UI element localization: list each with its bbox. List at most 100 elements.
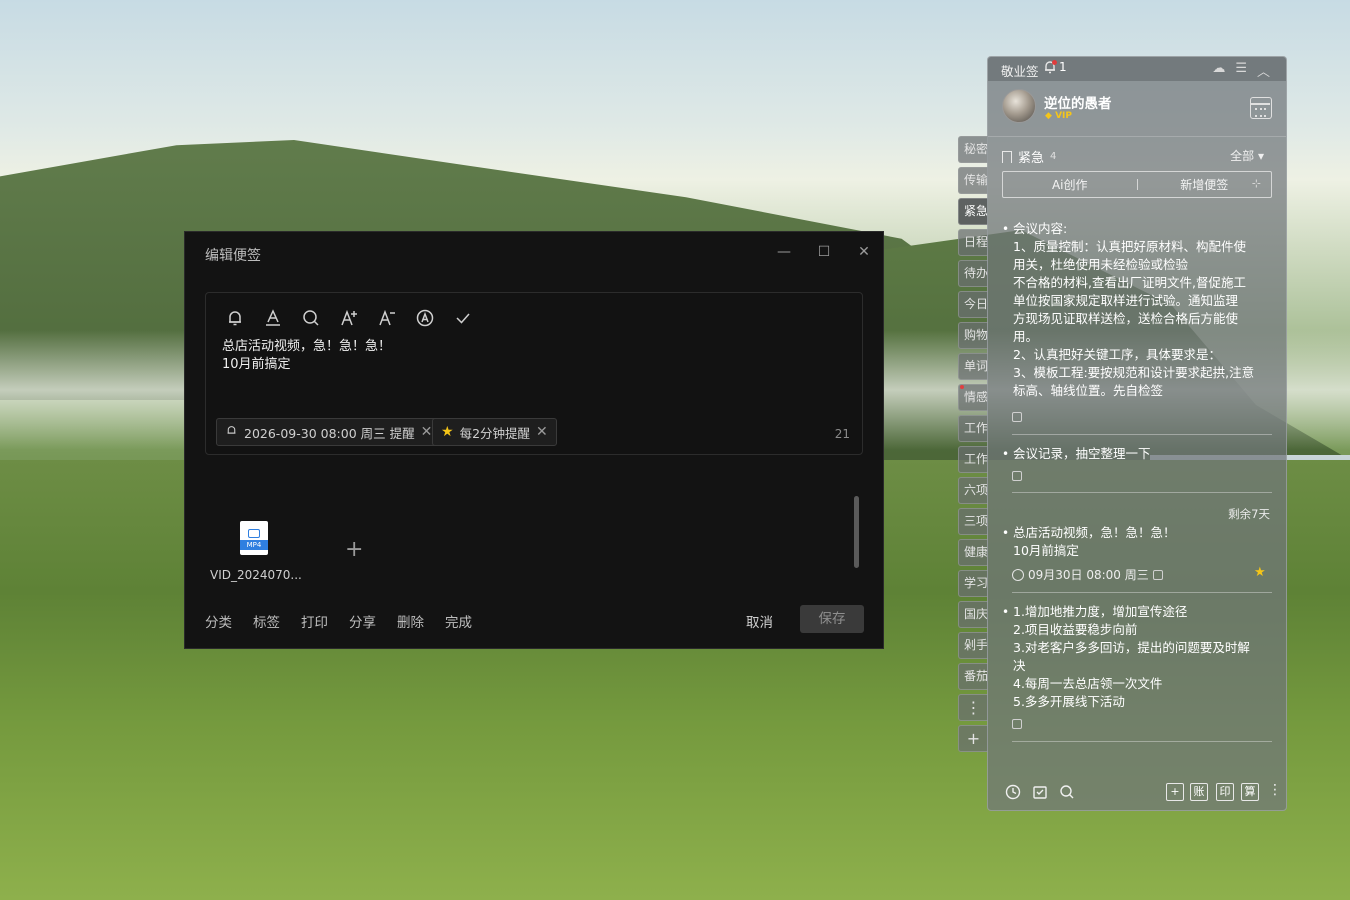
note-item[interactable]: • 会议记录，抽空整理一下 xyxy=(1002,445,1274,463)
font-increase-icon[interactable] xyxy=(336,305,362,331)
scrollbar[interactable] xyxy=(854,496,859,568)
tab-category[interactable]: 剁手 xyxy=(958,632,988,659)
delete-button[interactable]: 删除 xyxy=(397,611,424,631)
content-line: 总店活动视频，急！急！急！ xyxy=(222,339,392,354)
add-tab-icon[interactable]: + xyxy=(958,725,988,752)
star-icon[interactable]: ★ xyxy=(1254,565,1266,580)
diamond-icon: ◆ xyxy=(1045,111,1052,121)
char-count: 21 xyxy=(834,427,850,441)
tab-category[interactable]: 秘密 xyxy=(958,136,988,163)
text-style-icon[interactable] xyxy=(412,305,438,331)
filter-dropdown[interactable]: 全部 ▾ xyxy=(1230,147,1264,164)
editor-toolbar xyxy=(222,305,476,331)
note-line: 用关，杜绝使用未经检验或检验 xyxy=(1013,257,1189,272)
tab-category[interactable]: 六项 xyxy=(958,477,988,504)
done-button[interactable]: 完成 xyxy=(445,611,472,631)
close-button[interactable]: ✕ xyxy=(852,242,876,262)
note-text: 会议内容: 1、质量控制：认真把好原材料、构配件使 用关，杜绝使用未经检验或检验… xyxy=(1002,220,1274,400)
note-line: 1.增加地推力度，增加宣传途径 xyxy=(1013,604,1188,619)
print-button[interactable]: 印 xyxy=(1216,783,1234,801)
tab-category[interactable]: 待办 xyxy=(958,260,988,287)
camera-icon xyxy=(248,529,260,538)
note-line: 总店活动视频，急！急！急！ xyxy=(1013,525,1176,540)
app-name: 敬业签 xyxy=(1001,64,1039,79)
video-file-icon[interactable]: MP4 xyxy=(240,521,268,555)
username[interactable]: 逆位的愚者 xyxy=(1044,92,1112,112)
note-item[interactable]: • 会议内容: 1、质量控制：认真把好原材料、构配件使 用关，杜绝使用未经检验或… xyxy=(1002,220,1274,402)
more-tabs-icon[interactable]: ⋮ xyxy=(958,694,988,721)
tab-category[interactable]: 日程 xyxy=(958,229,988,256)
print-button[interactable]: 打印 xyxy=(301,611,328,631)
tab-category[interactable]: 今日 xyxy=(958,291,988,318)
add-attachment-icon[interactable]: + xyxy=(345,537,363,562)
note-line: 会议记录，抽空整理一下 xyxy=(1013,446,1151,461)
tab-category[interactable]: 工作 xyxy=(958,446,988,473)
reminder-chip[interactable]: 2026-09-30 08:00 周三 提醒 ✕ xyxy=(216,418,442,446)
tab-category[interactable]: 健康 xyxy=(958,539,988,566)
repeat-text: 每2分钟提醒 xyxy=(459,425,531,441)
bell-icon xyxy=(1044,60,1057,74)
attachment-name[interactable]: VID_2024070... xyxy=(210,568,302,582)
panel-titlebar[interactable]: 敬业签 1 ☁ ☰ ︿ xyxy=(988,57,1286,81)
cloud-sync-icon[interactable]: ☁ xyxy=(1212,61,1225,80)
share-button[interactable]: 分享 xyxy=(349,611,376,631)
notification-indicator[interactable]: 1 xyxy=(1044,60,1067,74)
add-note-button[interactable]: + xyxy=(1166,783,1184,801)
note-line: 1、质量控制：认真把好原材料、构配件使 xyxy=(1013,239,1246,254)
note-line: 方现场见证取样送检，送检合格后方能使 xyxy=(1013,311,1239,326)
more-options-icon[interactable]: ⋮ xyxy=(1268,782,1282,798)
remaining-days: 剩余7天 xyxy=(1228,507,1270,521)
tab-category[interactable]: 工作 xyxy=(958,415,988,442)
note-editor[interactable]: 总店活动视频，急！急！急！ 10月前搞定 2026-09-30 08:00 周三… xyxy=(205,292,863,455)
category-button[interactable]: 分类 xyxy=(205,611,232,631)
remove-reminder-icon[interactable]: ✕ xyxy=(421,424,433,440)
note-item[interactable]: • 1.增加地推力度，增加宣传途径 2.项目收益要稳步向前 3.对老客户多多回访… xyxy=(1002,603,1274,711)
maximize-button[interactable]: ☐ xyxy=(812,242,836,262)
tag-button[interactable]: 标签 xyxy=(253,611,280,631)
cancel-button[interactable]: 取消 xyxy=(746,611,773,631)
menu-icon[interactable]: ☰ xyxy=(1235,61,1247,80)
bell-icon xyxy=(225,424,238,440)
star-icon: ★ xyxy=(441,424,454,440)
reminder-time: 09月30日 08:00 周三 xyxy=(1028,568,1149,582)
tab-category[interactable]: 情感 xyxy=(958,384,988,411)
category-count: 4 xyxy=(1050,151,1057,162)
tab-category[interactable]: 国庆 xyxy=(958,601,988,628)
tab-category[interactable]: 学习 xyxy=(958,570,988,597)
history-icon[interactable] xyxy=(1005,784,1021,800)
tab-label: 情感 xyxy=(964,390,988,404)
repeat-chip[interactable]: ★ 每2分钟提醒 ✕ xyxy=(432,418,557,446)
dialog-title: 编辑便签 xyxy=(205,248,261,264)
remove-repeat-icon[interactable]: ✕ xyxy=(536,424,548,440)
search-icon[interactable] xyxy=(1059,784,1075,800)
note-line: 10月前搞定 xyxy=(1013,543,1079,558)
note-item[interactable]: • 总店活动视频，急！急！急！ 10月前搞定 xyxy=(1002,524,1274,560)
avatar[interactable] xyxy=(1002,89,1036,123)
save-button[interactable]: 保存 xyxy=(800,605,864,633)
todo-icon[interactable] xyxy=(1032,784,1048,800)
search-icon[interactable] xyxy=(298,305,324,331)
font-decrease-icon[interactable] xyxy=(374,305,400,331)
minimize-button[interactable]: — xyxy=(772,242,796,262)
bullet: • xyxy=(1002,605,1010,619)
text-color-icon[interactable] xyxy=(260,305,286,331)
calculator-button[interactable]: 算 xyxy=(1241,783,1259,801)
note-text: 总店活动视频，急！急！急！ 10月前搞定 xyxy=(1002,524,1274,560)
collapse-icon[interactable]: ︿ xyxy=(1257,61,1270,80)
pin-icon[interactable]: ⊹ xyxy=(1252,177,1261,190)
bell-icon[interactable] xyxy=(222,305,248,331)
note-line: 4.每周一去总店领一次文件 xyxy=(1013,676,1163,691)
tab-category[interactable]: 单词 xyxy=(958,353,988,380)
tab-category[interactable]: 购物 xyxy=(958,322,988,349)
check-icon[interactable] xyxy=(450,305,476,331)
note-content[interactable]: 总店活动视频，急！急！急！ 10月前搞定 xyxy=(222,338,391,374)
ai-create-button[interactable]: Ai创作 xyxy=(1003,176,1137,193)
note-reminder: 09月30日 08:00 周三 xyxy=(1012,566,1163,583)
ledger-button[interactable]: 账 xyxy=(1190,783,1208,801)
calendar-icon[interactable] xyxy=(1250,97,1272,119)
tab-category[interactable]: 传输 xyxy=(958,167,988,194)
tab-category[interactable]: 三项 xyxy=(958,508,988,535)
tab-category[interactable]: 紧急 xyxy=(958,198,988,225)
note-line: 不合格的材料,查看出厂证明文件,督促施工 xyxy=(1013,275,1246,290)
tab-category[interactable]: 番茄 xyxy=(958,663,988,690)
